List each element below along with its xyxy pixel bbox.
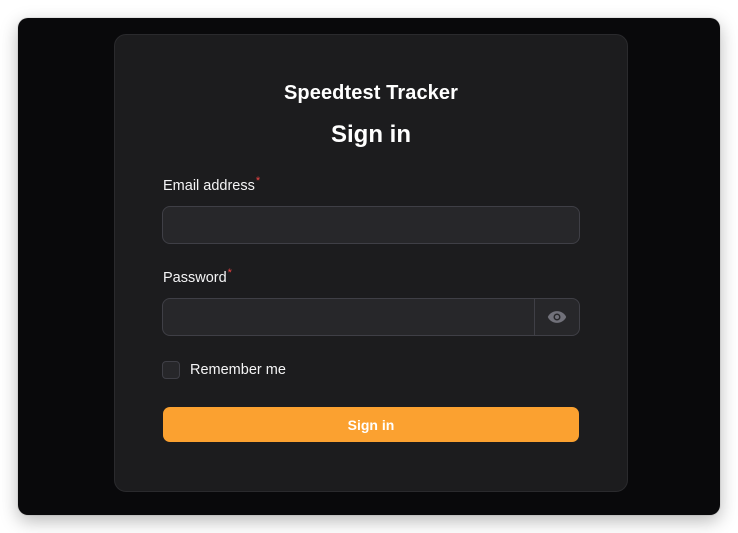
email-field[interactable] (163, 207, 579, 243)
email-required-marker: * (255, 175, 261, 187)
password-label: Password* (163, 267, 232, 286)
password-required-marker: * (227, 267, 232, 279)
remember-me-checkbox[interactable] (162, 361, 180, 379)
remember-me-row: Remember me (162, 361, 286, 379)
password-field[interactable] (163, 299, 535, 335)
browser-window: Speedtest Tracker Sign in Email address*… (18, 18, 720, 515)
email-field-wrapper (162, 206, 580, 244)
show-password-button[interactable] (534, 299, 579, 335)
email-label-text: Email address (163, 178, 255, 194)
login-card: Speedtest Tracker Sign in Email address*… (114, 34, 628, 492)
remember-me-label[interactable]: Remember me (190, 362, 286, 378)
password-label-text: Password (163, 270, 227, 286)
app-brand-name: Speedtest Tracker (283, 82, 458, 104)
password-field-wrapper (162, 298, 580, 336)
sign-in-button[interactable]: Sign in (163, 407, 579, 442)
email-label: Email address* (163, 175, 261, 194)
page-title: Sign in (331, 121, 411, 148)
eye-icon (547, 311, 567, 323)
